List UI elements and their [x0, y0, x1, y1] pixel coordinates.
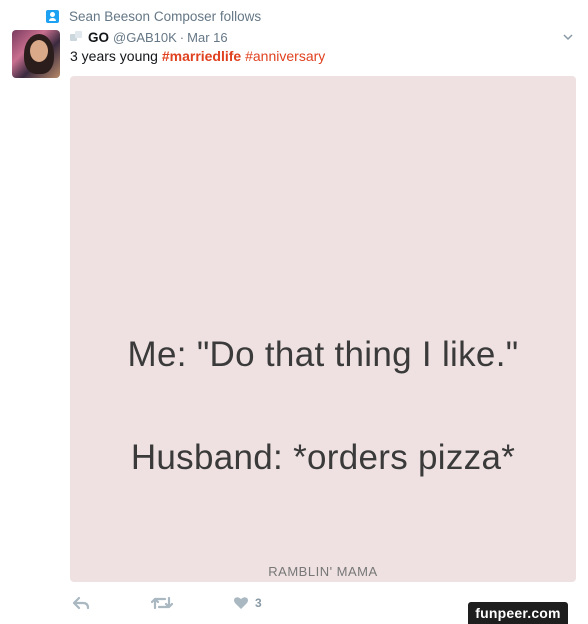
reply-icon	[72, 596, 90, 610]
chevron-down-icon[interactable]	[563, 32, 573, 42]
meme-line-2: Husband: *orders pizza*	[130, 438, 516, 477]
user-handle[interactable]: @GAB10K	[113, 30, 177, 45]
hashtag-link[interactable]: #anniversary	[245, 48, 325, 64]
tweet-header: GO @GAB10K · Mar 16	[70, 28, 228, 46]
tweet-text-plain: 3 years young	[70, 48, 162, 64]
header-separator: ·	[179, 29, 185, 45]
meme-line-1: Me: "Do that thing I like."	[127, 335, 519, 374]
tweet-text: 3 years young #marriedlife #anniversary	[70, 48, 325, 64]
tweet-media[interactable]: Me: "Do that thing I like." Husband: *or…	[70, 76, 576, 582]
conversation-icon	[70, 31, 84, 43]
avatar[interactable]	[12, 30, 60, 78]
tweet-date[interactable]: Mar 16	[187, 30, 227, 45]
retweet-button[interactable]	[151, 596, 173, 610]
like-count: 3	[255, 596, 262, 610]
watermark: funpeer.com	[468, 602, 568, 624]
hashtag-link[interactable]: #marriedlife	[162, 48, 241, 64]
display-name[interactable]: GO	[88, 30, 109, 45]
reply-button[interactable]	[72, 596, 90, 610]
social-context[interactable]: Sean Beeson Composer follows	[46, 7, 261, 25]
like-button[interactable]: 3	[233, 596, 262, 610]
heart-icon	[234, 597, 248, 609]
retweet-icon	[151, 596, 173, 610]
avatar-face	[30, 40, 48, 62]
social-context-text[interactable]: Sean Beeson Composer follows	[69, 9, 261, 24]
meme-brand: RAMBLIN' MAMA	[268, 564, 378, 579]
follow-icon	[46, 9, 59, 23]
